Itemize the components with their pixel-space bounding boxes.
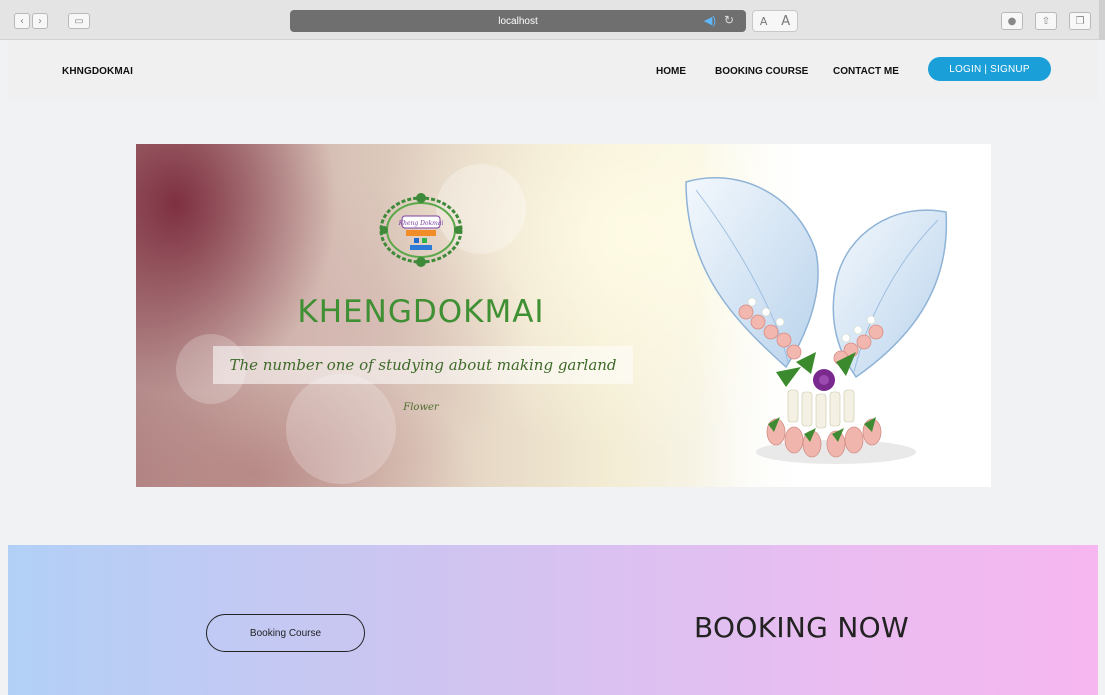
address-text: localhost — [498, 15, 538, 27]
text-size-large[interactable]: A — [781, 14, 790, 29]
nav-booking-course[interactable]: BOOKING COURSE — [715, 66, 808, 77]
reload-icon[interactable]: ↻ — [724, 13, 734, 27]
browser-toolbar: ‹ › ▭ localhost ◀) ↻ A A ● ⇧ ❐ — [0, 0, 1105, 40]
tagline-box: The number one of studying about making … — [213, 346, 633, 384]
chevron-right-icon: › — [38, 15, 42, 27]
sidebar-icon: ▭ — [74, 15, 84, 27]
logo-lettering: Kheng Dokmai — [398, 220, 444, 227]
text-size-small[interactable]: A — [760, 15, 768, 28]
site-navbar: KHNGDOKMAI HOME BOOKING COURSE CONTACT M… — [8, 40, 1098, 100]
nav-home[interactable]: HOME — [656, 66, 686, 77]
garland-image — [685, 177, 948, 464]
forward-button[interactable]: › — [32, 13, 48, 29]
sidebar-toggle-button[interactable]: ▭ — [68, 13, 90, 29]
hero-subtagline: Flower — [403, 402, 439, 413]
hero-banner: Kheng Dokmai KHENGDOKMAI The number one … — [136, 144, 991, 487]
extension-button[interactable]: ● — [1001, 12, 1023, 30]
chevron-left-icon: ‹ — [20, 15, 24, 27]
booking-band: Booking Course BOOKING NOW — [8, 545, 1098, 695]
browser-actions: ● ⇧ ❐ — [991, 12, 1093, 30]
hero-title: KHENGDOKMAI — [297, 294, 545, 330]
address-bar[interactable]: localhost ◀) ↻ — [290, 10, 746, 32]
kheng-dokmai-logo: Kheng Dokmai — [379, 193, 463, 267]
nav-contact-me[interactable]: CONTACT ME — [833, 66, 899, 77]
circle-icon: ● — [1007, 15, 1017, 27]
share-icon: ⇧ — [1041, 15, 1051, 27]
site-brand[interactable]: KHNGDOKMAI — [62, 66, 133, 77]
login-signup-button[interactable]: LOGIN | SIGNUP — [928, 57, 1051, 81]
window-edge — [1099, 0, 1105, 40]
bokeh-light — [286, 374, 396, 484]
hero-tagline: The number one of studying about making … — [229, 356, 617, 374]
back-button[interactable]: ‹ — [14, 13, 30, 29]
booking-course-button[interactable]: Booking Course — [206, 614, 365, 652]
tabs-icon: ❐ — [1075, 15, 1085, 27]
booking-now-heading: BOOKING NOW — [694, 611, 909, 644]
tabs-button[interactable]: ❐ — [1069, 12, 1091, 30]
speaker-icon[interactable]: ◀) — [704, 14, 716, 27]
text-size-control[interactable]: A A — [752, 10, 798, 32]
share-button[interactable]: ⇧ — [1035, 12, 1057, 30]
history-buttons: ‹ › ▭ — [14, 13, 92, 29]
